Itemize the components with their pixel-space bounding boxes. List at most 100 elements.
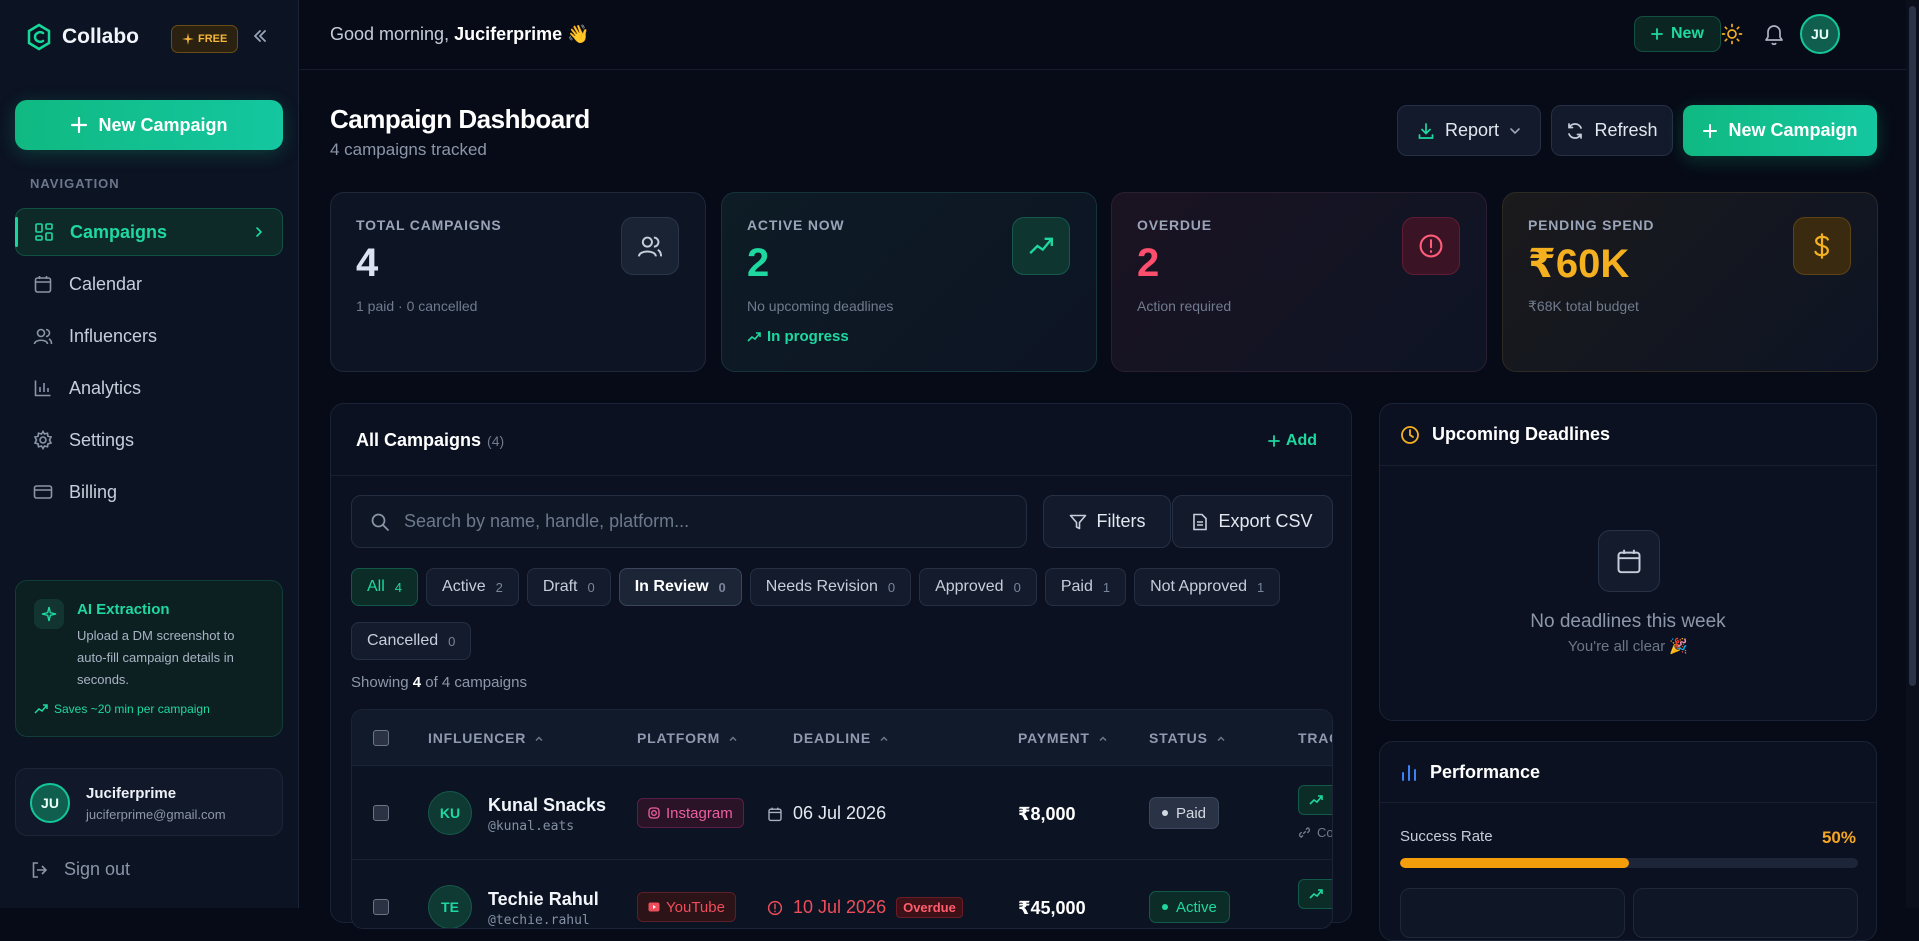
sidebar-item-label: Settings (69, 429, 135, 450)
status-label: Paid (1176, 804, 1207, 822)
filters-button[interactable]: Filters (1043, 495, 1171, 548)
chip-count: 0 (587, 579, 595, 595)
table-row[interactable]: TE Techie Rahul @techie.rahul YouTube 10… (352, 861, 1332, 928)
column-platform[interactable]: PLATFORM (637, 730, 738, 746)
chevron-down-icon (1509, 127, 1521, 135)
sidebar-item-analytics[interactable]: Analytics (15, 364, 283, 412)
select-all-checkbox[interactable] (373, 730, 389, 746)
deadlines-title-text: Upcoming Deadlines (1432, 424, 1611, 444)
scrollbar-thumb[interactable] (1909, 6, 1916, 686)
sidebar-item-campaigns[interactable]: Campaigns (15, 208, 283, 256)
chip-in-review[interactable]: In Review 0 (618, 568, 742, 606)
status-filter-chips: All 4 Active 2 Draft 0 In Review 0 Needs Rev… (351, 568, 1341, 668)
sort-icon (879, 735, 889, 742)
trend-up-icon (34, 704, 48, 714)
top-new-label: New (1671, 25, 1704, 42)
sign-out-label: Sign out (64, 859, 131, 879)
notifications-button[interactable] (1763, 22, 1785, 46)
success-rate-bar (1400, 858, 1858, 868)
chip-not-approved[interactable]: Not Approved 1 (1134, 568, 1281, 606)
influencer-handle: @kunal.eats (488, 819, 575, 834)
header-new-campaign-label: New Campaign (1728, 120, 1858, 140)
influencer-name[interactable]: Kunal Snacks (488, 795, 606, 816)
influencer-handle: @techie.rahul (488, 913, 590, 928)
add-campaign-button[interactable]: Add (1267, 432, 1317, 450)
influencer-name[interactable]: Techie Rahul (488, 889, 599, 910)
sidebar-item-influencers[interactable]: Influencers (15, 312, 283, 360)
sidebar-item-label: Campaigns (70, 221, 168, 242)
sidebar-item-settings[interactable]: Settings (15, 416, 283, 464)
stat-note: No upcoming deadlines (747, 298, 894, 314)
chip-cancelled[interactable]: Cancelled 0 (351, 622, 472, 660)
collapse-sidebar-button[interactable] (252, 28, 268, 44)
chip-count: 0 (718, 579, 726, 595)
report-button[interactable]: Report (1397, 105, 1541, 156)
plus-icon (1702, 123, 1718, 139)
chip-approved[interactable]: Approved 0 (919, 568, 1037, 606)
top-avatar[interactable]: JU (1800, 14, 1840, 54)
chip-label: All (367, 578, 385, 595)
stat-label: TOTAL CAMPAIGNS (356, 217, 502, 233)
chip-count: 0 (448, 633, 456, 649)
empty-state-title: No deadlines this week (1530, 611, 1726, 632)
sidebar: Collabo FREE New Campaign NAVIGATION Cam… (0, 0, 299, 908)
chip-all[interactable]: All 4 (351, 568, 419, 606)
user-card[interactable]: JU Juciferprime juciferprime@gmail.com (15, 768, 283, 836)
filters-label: Filters (1096, 511, 1146, 531)
performance-title: Performance (1400, 762, 1540, 783)
column-influencer[interactable]: INFLUENCER (428, 730, 544, 746)
row-checkbox[interactable] (373, 899, 389, 915)
column-payment[interactable]: PAYMENT (1018, 730, 1108, 746)
trend-up-icon (1309, 795, 1323, 805)
search-input[interactable] (404, 511, 984, 532)
page-scrollbar[interactable] (1906, 0, 1919, 908)
status-dot (1162, 810, 1168, 816)
sidebar-new-campaign-button[interactable]: New Campaign (15, 100, 283, 150)
youtube-icon (648, 901, 660, 913)
gear-icon (33, 430, 53, 450)
sort-icon (534, 735, 544, 742)
link-icon (1298, 826, 1311, 839)
sign-out-button[interactable]: Sign out (30, 859, 130, 880)
stat-extra-text: In progress (767, 328, 849, 345)
chip-needs-revision[interactable]: Needs Revision 0 (749, 568, 912, 606)
campaigns-title-text: All Campaigns (356, 430, 482, 450)
header-new-campaign-button[interactable]: New Campaign (1683, 105, 1877, 156)
stat-value: 2 (747, 241, 770, 285)
chip-paid[interactable]: Paid 1 (1044, 568, 1127, 606)
search-box[interactable] (351, 495, 1027, 548)
table-row[interactable]: KU Kunal Snacks @kunal.eats Instagram 06… (352, 767, 1332, 860)
ai-sparkle-icon (34, 599, 64, 629)
theme-toggle-button[interactable] (1721, 23, 1743, 45)
logo[interactable]: Collabo (24, 22, 139, 52)
sparkle-icon (182, 33, 194, 45)
column-deadline[interactable]: DEADLINE (793, 730, 889, 746)
chip-label: In Review (634, 578, 709, 595)
page-title: Campaign Dashboard (330, 104, 590, 134)
row-checkbox[interactable] (373, 805, 389, 821)
sort-icon (728, 735, 738, 742)
tracking-link[interactable]: Co (1298, 825, 1332, 840)
column-tracking[interactable]: TRAC (1298, 730, 1332, 746)
tracking-button[interactable] (1298, 785, 1332, 815)
sidebar-item-calendar[interactable]: Calendar (15, 260, 283, 308)
stat-card-total: TOTAL CAMPAIGNS 4 1 paid · 0 cancelled (330, 192, 706, 372)
ai-extraction-card[interactable]: AI Extraction Upload a DM screenshot to … (15, 580, 283, 737)
trend-up-icon (1012, 217, 1070, 275)
stat-label: OVERDUE (1137, 217, 1212, 233)
refresh-button[interactable]: Refresh (1551, 105, 1673, 156)
export-csv-button[interactable]: Export CSV (1172, 495, 1333, 548)
top-new-button[interactable]: New (1634, 16, 1721, 52)
tracking-button[interactable] (1298, 879, 1332, 909)
chart-icon (33, 378, 53, 398)
upcoming-deadlines-panel: Upcoming Deadlines No deadlines this wee… (1379, 403, 1877, 721)
dollar-icon (1793, 217, 1851, 275)
column-status[interactable]: STATUS (1149, 730, 1226, 746)
chip-active[interactable]: Active 2 (426, 568, 519, 606)
collabo-logo-icon (24, 22, 54, 52)
chip-label: Not Approved (1150, 578, 1248, 595)
add-campaign-label: Add (1285, 432, 1317, 449)
sidebar-item-billing[interactable]: Billing (15, 468, 283, 516)
bar-chart-icon (1400, 764, 1418, 782)
chip-draft[interactable]: Draft 0 (526, 568, 611, 606)
